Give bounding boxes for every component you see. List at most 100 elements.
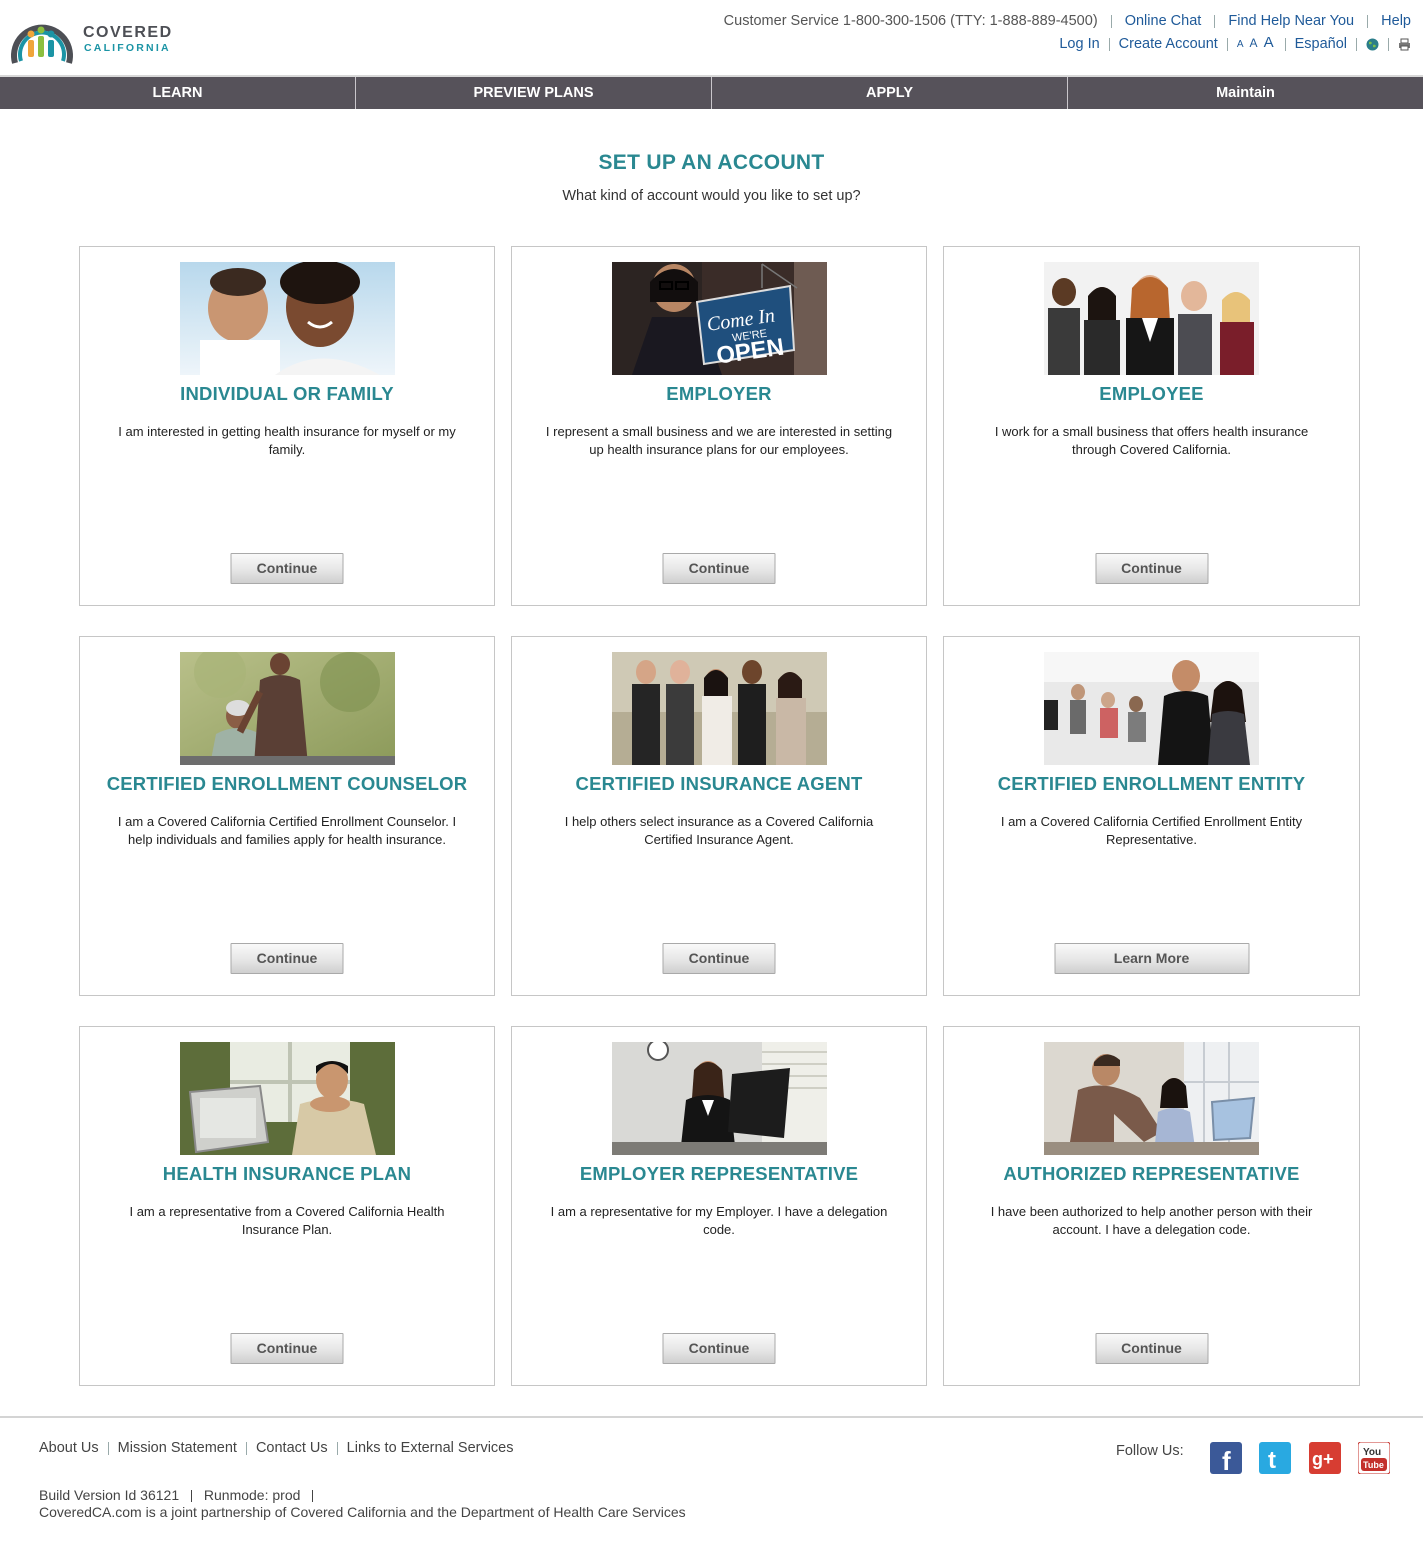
nav-maintain[interactable]: Maintain: [1068, 77, 1423, 109]
card-authorized-representative: AUTHORIZED REPRESENTATIVE I have been au…: [943, 1026, 1360, 1386]
learn-more-button[interactable]: Learn More: [1054, 943, 1249, 974]
main-nav: LEARN PREVIEW PLANS APPLY Maintain: [0, 77, 1423, 109]
divider: [1356, 37, 1357, 51]
card-description: I have been authorized to help another p…: [990, 1204, 1313, 1237]
svg-text:f: f: [1222, 1446, 1231, 1474]
online-chat-link[interactable]: Online Chat: [1125, 13, 1202, 29]
find-help-link[interactable]: Find Help Near You: [1228, 13, 1354, 29]
mother-and-baby-photo: [180, 262, 395, 375]
card-title: EMPLOYER REPRESENTATIVE: [579, 1163, 859, 1184]
card-description: I am a Covered California Certified Enro…: [1000, 814, 1303, 847]
open-sign-photo: Come In WE'RE OPEN: [612, 262, 827, 375]
continue-button[interactable]: Continue: [1095, 553, 1208, 584]
follow-us-label: Follow Us:: [1116, 1443, 1184, 1459]
card-title: HEALTH INSURANCE PLAN: [162, 1163, 412, 1184]
divider: [1388, 37, 1389, 51]
card-employer: Come In WE'RE OPEN EMPLOYER I represent …: [511, 246, 927, 606]
card-title: INDIVIDUAL OR FAMILY: [180, 383, 394, 404]
card-title: EMPLOYER: [666, 383, 772, 404]
globe-icon[interactable]: [1366, 38, 1379, 51]
logo-text-california: CALIFORNIA: [84, 42, 171, 54]
build-line: Build Version Id 36121 Runmode: prod: [39, 1487, 686, 1504]
divider: [1110, 14, 1112, 28]
build-info: Build Version Id 36121 Runmode: prod Cov…: [39, 1487, 686, 1521]
card-description: I am a representative from a Covered Cal…: [129, 1204, 445, 1237]
covered-california-logo[interactable]: COVERED CALIFORNIA: [9, 7, 179, 69]
page-title: SET UP AN ACCOUNT: [598, 151, 825, 174]
insurance-agents-group-photo: [612, 652, 827, 765]
mission-statement-link[interactable]: Mission Statement: [118, 1440, 237, 1456]
svg-text:You: You: [1363, 1447, 1381, 1458]
nav-apply[interactable]: APPLY: [712, 77, 1068, 109]
divider: [245, 1441, 247, 1455]
account-type-grid: INDIVIDUAL OR FAMILY I am interested in …: [79, 246, 1360, 1386]
contact-us-link[interactable]: Contact Us: [256, 1440, 328, 1456]
card-individual-or-family: INDIVIDUAL OR FAMILY I am interested in …: [79, 246, 495, 606]
footer-divider: [0, 1416, 1423, 1418]
footer-links: About Us Mission Statement Contact Us Li…: [39, 1440, 514, 1456]
continue-button[interactable]: Continue: [662, 1333, 776, 1364]
print-icon[interactable]: [1398, 38, 1411, 51]
divider: [336, 1441, 338, 1455]
man-helping-woman-photo: [1044, 1042, 1259, 1155]
divider: [1284, 37, 1286, 51]
continue-button[interactable]: Continue: [230, 553, 344, 584]
card-description: I help others select insurance as a Cove…: [564, 814, 874, 847]
logo-mark-icon: [11, 24, 73, 64]
svg-text:t: t: [1268, 1447, 1276, 1474]
team-of-employees-photo: [1044, 262, 1259, 375]
card-health-insurance-plan: HEALTH INSURANCE PLAN I am a representat…: [79, 1026, 495, 1386]
community-group-photo: [1044, 652, 1259, 765]
customer-service-text: Customer Service 1-800-300-1506 (TTY: 1-…: [723, 13, 1098, 29]
card-employer-representative: EMPLOYER REPRESENTATIVE I am a represent…: [511, 1026, 927, 1386]
youtube-icon[interactable]: You Tube: [1358, 1442, 1390, 1474]
card-title: CERTIFIED ENROLLMENT COUNSELOR: [106, 773, 468, 794]
card-title: AUTHORIZED REPRESENTATIVE: [1003, 1163, 1300, 1184]
nav-preview-plans[interactable]: PREVIEW PLANS: [356, 77, 712, 109]
runmode: Runmode: prod: [203, 1487, 301, 1503]
card-description: I work for a small business that offers …: [994, 424, 1309, 457]
about-us-link[interactable]: About Us: [39, 1440, 99, 1456]
continue-button[interactable]: Continue: [662, 553, 776, 584]
woman-at-desk-photo: [612, 1042, 827, 1155]
site-header: COVERED CALIFORNIA Customer Service 1-80…: [0, 0, 1423, 75]
text-size-small[interactable]: A: [1237, 39, 1244, 50]
page-subtitle: What kind of account would you like to s…: [562, 188, 861, 204]
twitter-icon[interactable]: t: [1259, 1442, 1291, 1474]
google-plus-icon[interactable]: g+: [1309, 1442, 1341, 1474]
partnership-text: CoveredCA.com is a joint partnership of …: [39, 1504, 686, 1520]
logo-text-covered: COVERED: [83, 24, 173, 41]
continue-button[interactable]: Continue: [1095, 1333, 1208, 1364]
facebook-icon[interactable]: f: [1210, 1442, 1242, 1474]
help-link[interactable]: Help: [1381, 13, 1411, 29]
card-title: CERTIFIED INSURANCE AGENT: [575, 773, 863, 794]
card-description: I represent a small business and we are …: [545, 424, 893, 457]
card-certified-enrollment-counselor: CERTIFIED ENROLLMENT COUNSELOR I am a Co…: [79, 636, 495, 996]
nav-learn[interactable]: LEARN: [0, 77, 356, 109]
card-description: I am a representative for my Employer. I…: [550, 1204, 888, 1237]
svg-text:Tube: Tube: [1363, 1460, 1384, 1470]
continue-button[interactable]: Continue: [662, 943, 776, 974]
create-account-link[interactable]: Create Account: [1119, 35, 1218, 53]
espanol-link[interactable]: Español: [1295, 35, 1347, 53]
card-title: CERTIFIED ENROLLMENT ENTITY: [997, 773, 1306, 794]
log-in-link[interactable]: Log In: [1059, 35, 1099, 53]
divider: [1108, 37, 1110, 51]
utility-links-top: Customer Service 1-800-300-1506 (TTY: 1-…: [724, 12, 1411, 30]
man-at-computer-photo: [180, 1042, 395, 1155]
caregiver-with-senior-photo: [180, 652, 395, 765]
build-version: Build Version Id 36121: [39, 1487, 180, 1503]
card-certified-insurance-agent: CERTIFIED INSURANCE AGENT I help others …: [511, 636, 927, 996]
divider: [1226, 37, 1228, 51]
continue-button[interactable]: Continue: [230, 1333, 344, 1364]
external-services-link[interactable]: Links to External Services: [347, 1440, 514, 1456]
divider: [312, 1490, 314, 1503]
card-description: I am interested in getting health insura…: [118, 424, 456, 457]
utility-links-bottom: Log In Create Account A A A Español: [1059, 34, 1411, 54]
continue-button[interactable]: Continue: [230, 943, 344, 974]
card-description: I am a Covered California Certified Enro…: [117, 814, 457, 847]
card-certified-enrollment-entity: CERTIFIED ENROLLMENT ENTITY I am a Cover…: [943, 636, 1360, 996]
text-size-medium[interactable]: A: [1250, 36, 1258, 50]
card-employee: EMPLOYEE I work for a small business tha…: [943, 246, 1360, 606]
text-size-large[interactable]: A: [1264, 34, 1274, 51]
